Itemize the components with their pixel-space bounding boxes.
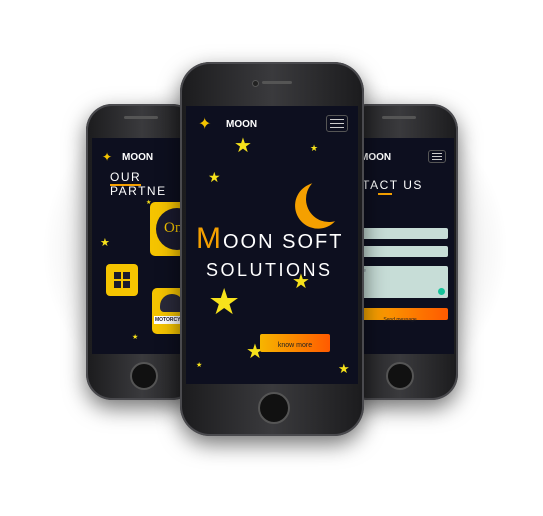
hero-title-line2: SOLUTIONS — [206, 260, 333, 280]
star-icon: ★ — [208, 281, 241, 322]
center-phone-home-button[interactable] — [258, 392, 290, 424]
grammarly-icon — [438, 288, 445, 295]
center-phone-speaker — [262, 81, 292, 84]
menu-line — [432, 156, 442, 157]
center-phone: ✦ MOON ★ ★ ★ ★ ★ ★ ★ ★ MOON SOFT SOLUTIO… — [180, 62, 364, 436]
hero-title-line1: MOON SOFT — [196, 222, 343, 256]
right-phone-home-button[interactable] — [386, 362, 414, 390]
know-more-button[interactable]: know more — [260, 334, 330, 352]
email-field[interactable]: ail — [352, 246, 448, 257]
menu-line — [330, 119, 344, 120]
send-message-button[interactable]: Send message — [352, 308, 448, 323]
center-menu-button[interactable] — [326, 115, 348, 132]
left-phone-home-button[interactable] — [130, 362, 158, 390]
menu-line — [432, 153, 442, 154]
left-brand-name: MOON — [122, 152, 154, 163]
send-message-label: Send message — [383, 317, 417, 323]
star-icon: ★ — [208, 169, 221, 185]
know-more-label: know more — [277, 342, 313, 349]
partner-logo-windows — [106, 264, 138, 296]
hero-first-letter: M — [196, 222, 223, 255]
menu-line — [330, 123, 344, 124]
right-section-title-b: US — [398, 178, 423, 192]
front-camera — [252, 80, 259, 87]
hero-line1-rest: OON SOFT — [223, 231, 344, 253]
name-field[interactable]: me — [352, 228, 448, 239]
star-icon: ★ — [146, 200, 152, 206]
moon-logo-icon: ✦ — [198, 116, 212, 133]
right-title-underline — [378, 193, 392, 195]
left-section-title-rest: PARTNE — [110, 184, 167, 198]
star-icon: ★ — [100, 237, 110, 249]
message-field[interactable]: sage — [352, 266, 448, 298]
menu-line — [432, 159, 442, 160]
crescent-moon-icon — [300, 170, 358, 229]
moon-logo-icon: ✦ — [102, 150, 113, 164]
star-icon: ★ — [196, 362, 203, 369]
windows-icon — [114, 272, 130, 288]
left-phone-speaker — [124, 116, 158, 119]
menu-line — [330, 127, 344, 128]
star-icon: ★ — [234, 135, 252, 157]
center-phone-screen: ✦ MOON ★ ★ ★ ★ ★ ★ ★ ★ MOON SOFT SOLUTIO… — [186, 106, 358, 384]
right-brand-name: MOON — [360, 152, 392, 163]
right-phone-speaker — [382, 116, 416, 119]
star-icon: ★ — [338, 361, 350, 376]
center-brand-name: MOON — [226, 119, 258, 130]
star-icon: ★ — [132, 334, 139, 341]
star-icon: ★ — [310, 143, 319, 153]
right-menu-button[interactable] — [428, 150, 446, 163]
